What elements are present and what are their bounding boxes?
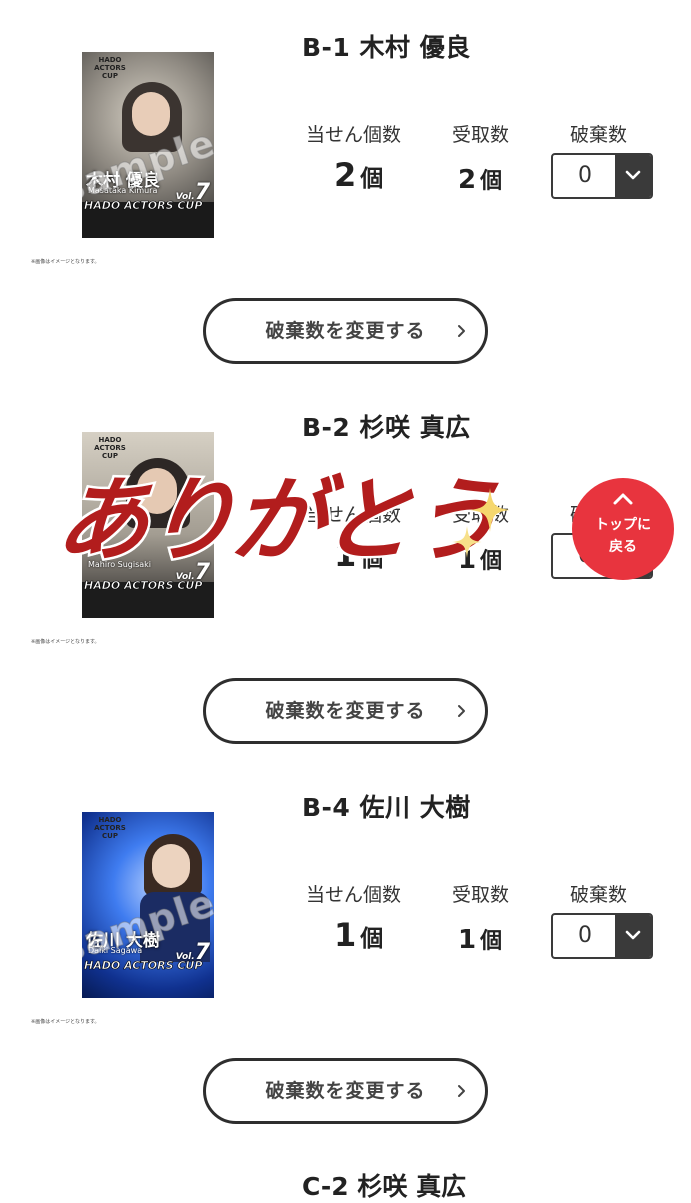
discard-count-label: 破棄数 xyxy=(570,884,628,906)
image-note: ※画像はイメージとなります。 xyxy=(31,639,100,645)
poster-volume: Vol.7 xyxy=(175,180,210,205)
discard-count-selected: 0 xyxy=(578,163,592,188)
sparkle-icon xyxy=(452,526,482,558)
back-to-top-label: トップに 戻る xyxy=(595,517,651,555)
change-discard-button[interactable]: 破棄数を変更する xyxy=(203,298,488,364)
poster-brand: HADO ACTORS CUP xyxy=(94,816,126,840)
chevron-right-icon xyxy=(458,705,465,717)
received-count-value: 1個 xyxy=(458,925,503,955)
item-card: B-4 佐川 大樹 HADO ACTORS CUP 佐川 大樹 Daiki Sa… xyxy=(0,760,691,1140)
discard-count-selected: 0 xyxy=(578,923,592,948)
discard-count-label: 破棄数 xyxy=(570,124,628,146)
item-title: B-1 木村 優良 xyxy=(302,33,471,62)
change-discard-button[interactable]: 破棄数を変更する xyxy=(203,678,488,744)
chevron-down-icon[interactable] xyxy=(615,915,651,957)
chevron-down-icon[interactable] xyxy=(615,155,651,197)
item-poster-image: HADO ACTORS CUP 木村 優良 Masataka Kimura HA… xyxy=(82,52,214,238)
won-count-label: 当せん個数 xyxy=(306,124,402,146)
chevron-right-icon xyxy=(458,325,465,337)
change-discard-button[interactable]: 破棄数を変更する xyxy=(203,1058,488,1124)
image-note: ※画像はイメージとなります。 xyxy=(31,259,100,265)
change-discard-button-label: 破棄数を変更する xyxy=(265,700,426,722)
won-count-value: 1個 xyxy=(334,916,384,954)
poster-volume: Vol.7 xyxy=(175,940,210,965)
change-discard-button-label: 破棄数を変更する xyxy=(265,320,426,342)
won-count-value: 2個 xyxy=(334,156,384,194)
item-title: C-2 杉咲 真広 xyxy=(302,1172,467,1201)
back-to-top-button[interactable]: トップに 戻る xyxy=(572,478,674,580)
received-count-label: 受取数 xyxy=(452,124,510,146)
received-count-value: 2個 xyxy=(458,165,503,195)
item-title: B-2 杉咲 真広 xyxy=(302,413,471,442)
discard-count-select[interactable]: 0 xyxy=(551,913,653,959)
chevron-right-icon xyxy=(458,1085,465,1097)
poster-brand: HADO ACTORS CUP xyxy=(94,56,126,80)
change-discard-button-label: 破棄数を変更する xyxy=(265,1080,426,1102)
item-poster-image: HADO ACTORS CUP 佐川 大樹 Daiki Sagawa HADO … xyxy=(82,812,214,998)
discard-count-select[interactable]: 0 xyxy=(551,153,653,199)
won-count-label: 当せん個数 xyxy=(306,884,402,906)
item-card: B-1 木村 優良 HADO ACTORS CUP 木村 優良 Masataka… xyxy=(0,0,691,380)
chevron-up-icon xyxy=(613,493,633,505)
thank-you-overlay: ありがとう xyxy=(49,465,505,577)
item-title: B-4 佐川 大樹 xyxy=(302,793,471,822)
image-note: ※画像はイメージとなります。 xyxy=(31,1019,100,1025)
received-count-label: 受取数 xyxy=(452,884,510,906)
